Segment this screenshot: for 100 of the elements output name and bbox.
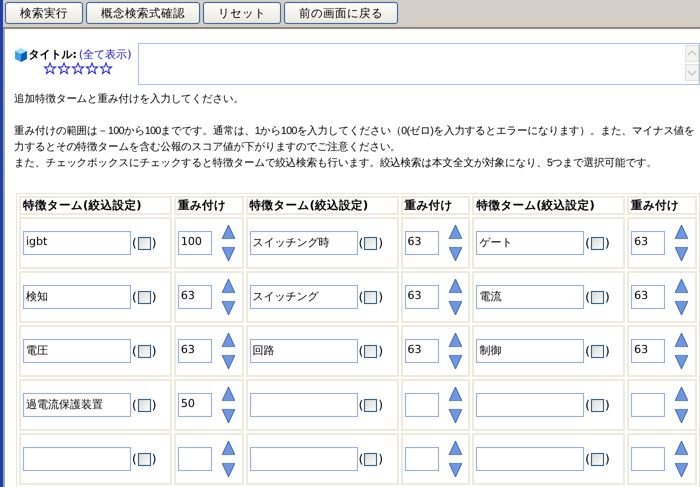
down-arrow-icon[interactable] bbox=[675, 409, 688, 423]
up-arrow-icon[interactable] bbox=[222, 333, 235, 347]
bracket-text: ) bbox=[152, 452, 156, 466]
weight-input[interactable] bbox=[178, 447, 212, 471]
checkbox[interactable] bbox=[138, 398, 151, 412]
term-input[interactable]: igbt bbox=[23, 231, 131, 255]
bracket-text: ( bbox=[358, 344, 364, 358]
weight-input[interactable]: 100 bbox=[178, 231, 212, 255]
bracket-text: ( bbox=[132, 290, 137, 304]
up-arrow-icon[interactable] bbox=[448, 279, 462, 293]
term-input[interactable] bbox=[476, 393, 584, 417]
checkbox[interactable] bbox=[364, 452, 378, 466]
bracket-text: ( bbox=[132, 344, 137, 358]
term-input[interactable]: 過電流保護装置 bbox=[23, 393, 131, 417]
column-header: 特徴ターム(絞込設定) bbox=[19, 196, 172, 215]
column-header: 特徴ターム(絞込設定) bbox=[472, 196, 626, 215]
down-arrow-icon[interactable] bbox=[675, 301, 688, 315]
show-all-link[interactable]: (全て表示) bbox=[78, 47, 132, 62]
checkbox[interactable] bbox=[590, 398, 604, 412]
instruction-text: 重み付けの範囲は－100から100までです。通常は、1から100を入力してください（0(ゼロ)を入力するとエラーになります）。また、マイナス値を bbox=[14, 124, 696, 139]
down-arrow-icon[interactable] bbox=[448, 247, 462, 261]
down-arrow-icon[interactable] bbox=[222, 409, 235, 423]
up-arrow-icon[interactable] bbox=[222, 225, 235, 239]
weight-input[interactable]: 63 bbox=[404, 231, 438, 255]
term-input[interactable]: スイッチング bbox=[250, 285, 358, 309]
bracket-text: ( bbox=[132, 398, 137, 412]
bracket-text: ( bbox=[585, 344, 590, 358]
weight-input[interactable]: 63 bbox=[631, 339, 666, 363]
term-input[interactable]: ゲート bbox=[476, 231, 584, 255]
checkbox[interactable] bbox=[590, 236, 604, 250]
checkbox[interactable] bbox=[138, 236, 151, 250]
term-input[interactable]: 電圧 bbox=[23, 339, 131, 363]
up-arrow-icon[interactable] bbox=[448, 333, 462, 347]
toolbar-button[interactable]: 前の画面に戻る bbox=[284, 2, 398, 24]
weight-input[interactable]: 63 bbox=[178, 339, 212, 363]
bracket-text: ( bbox=[585, 452, 590, 466]
up-arrow-icon[interactable] bbox=[675, 279, 688, 293]
up-arrow-icon[interactable] bbox=[675, 225, 688, 239]
down-arrow-icon[interactable] bbox=[448, 355, 462, 369]
term-input[interactable]: 検知 bbox=[23, 285, 131, 309]
bracket-text: ) bbox=[152, 290, 156, 304]
weight-input[interactable]: 63 bbox=[404, 339, 438, 363]
down-arrow-icon[interactable] bbox=[448, 301, 462, 315]
down-arrow-icon[interactable] bbox=[222, 463, 235, 477]
weight-input[interactable]: 50 bbox=[178, 393, 212, 417]
term-input[interactable]: スイッチング時 bbox=[250, 231, 358, 255]
checkbox[interactable] bbox=[364, 398, 378, 412]
up-arrow-icon[interactable] bbox=[675, 387, 688, 401]
up-arrow-icon[interactable] bbox=[448, 225, 462, 239]
up-arrow-icon[interactable] bbox=[675, 441, 688, 455]
title-label: タイトル: bbox=[28, 47, 77, 62]
down-arrow-icon[interactable] bbox=[222, 247, 235, 261]
weight-input[interactable]: 63 bbox=[631, 231, 666, 255]
down-arrow-icon[interactable] bbox=[675, 355, 688, 369]
checkbox[interactable] bbox=[138, 452, 151, 466]
checkbox[interactable] bbox=[138, 290, 151, 304]
up-arrow-icon[interactable] bbox=[448, 441, 462, 455]
term-input[interactable] bbox=[476, 447, 584, 471]
checkbox[interactable] bbox=[364, 236, 378, 250]
term-input[interactable] bbox=[23, 447, 131, 471]
bracket-text: ) bbox=[604, 290, 610, 304]
toolbar-button[interactable]: 概念検索式確認 bbox=[86, 2, 200, 24]
checkbox[interactable] bbox=[364, 344, 378, 358]
down-arrow-icon[interactable] bbox=[675, 463, 688, 477]
up-arrow-icon[interactable] bbox=[222, 279, 235, 293]
toolbar-button[interactable]: リセット bbox=[203, 2, 281, 24]
checkbox[interactable] bbox=[138, 344, 151, 358]
weight-input[interactable] bbox=[631, 447, 666, 471]
weight-input[interactable] bbox=[404, 393, 438, 417]
toolbar-button[interactable]: 検索実行 bbox=[5, 2, 83, 24]
checkbox[interactable] bbox=[590, 290, 604, 304]
checkbox[interactable] bbox=[590, 344, 604, 358]
bracket-text: ) bbox=[378, 452, 384, 466]
weight-input[interactable]: 63 bbox=[178, 285, 212, 309]
up-arrow-icon[interactable] bbox=[222, 441, 235, 455]
bracket-text: ) bbox=[604, 344, 610, 358]
weight-input[interactable]: 63 bbox=[631, 285, 666, 309]
column-header: 重み付け bbox=[627, 196, 697, 215]
down-arrow-icon[interactable] bbox=[448, 409, 462, 423]
down-arrow-icon[interactable] bbox=[222, 355, 235, 369]
term-input[interactable] bbox=[250, 447, 358, 471]
up-arrow-icon[interactable] bbox=[222, 387, 235, 401]
term-input[interactable]: 回路 bbox=[250, 339, 358, 363]
down-arrow-icon[interactable] bbox=[222, 301, 235, 315]
up-arrow-icon[interactable] bbox=[675, 333, 688, 347]
instruction-text: 追加特徴タームと重み付けを入力してください。 bbox=[14, 92, 245, 107]
down-arrow-icon[interactable] bbox=[448, 463, 462, 477]
up-arrow-icon[interactable] bbox=[448, 387, 462, 401]
weight-input[interactable] bbox=[404, 447, 438, 471]
checkbox[interactable] bbox=[364, 290, 378, 304]
term-input[interactable]: 電流 bbox=[476, 285, 584, 309]
bracket-text: ( bbox=[358, 236, 364, 250]
checkbox[interactable] bbox=[590, 452, 604, 466]
bracket-text: ( bbox=[358, 452, 364, 466]
term-input[interactable]: 制御 bbox=[476, 339, 584, 363]
bracket-text: ) bbox=[152, 236, 156, 250]
down-arrow-icon[interactable] bbox=[675, 247, 688, 261]
term-input[interactable] bbox=[250, 393, 358, 417]
weight-input[interactable]: 63 bbox=[404, 285, 438, 309]
weight-input[interactable] bbox=[631, 393, 666, 417]
